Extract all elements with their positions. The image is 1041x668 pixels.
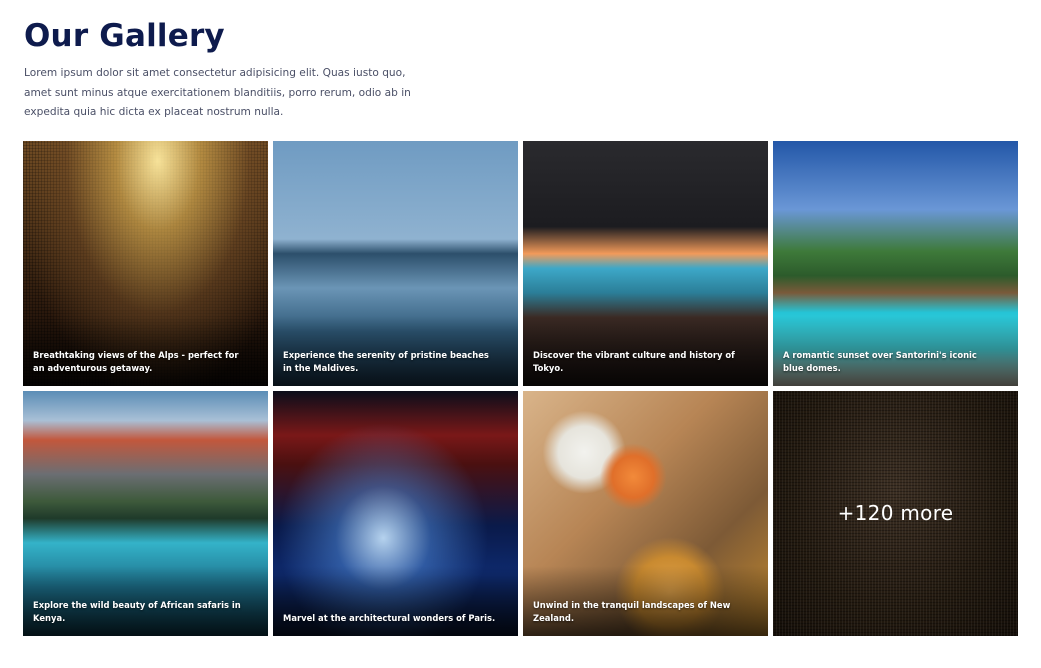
- gallery-caption: Breathtaking views of the Alps - perfect…: [33, 350, 239, 373]
- gallery-caption: Marvel at the architectural wonders of P…: [283, 612, 496, 623]
- gallery-item-santorini[interactable]: A romantic sunset over Santorini's iconi…: [773, 141, 1018, 386]
- gallery-item-maldives[interactable]: Experience the serenity of pristine beac…: [273, 141, 518, 386]
- gallery-item-new-zealand[interactable]: Unwind in the tranquil landscapes of New…: [523, 391, 768, 636]
- page-description: Lorem ipsum dolor sit amet consectetur a…: [24, 67, 411, 118]
- gallery-caption: Explore the wild beauty of African safar…: [33, 600, 241, 623]
- gallery-header: Our Gallery Lorem ipsum dolor sit amet c…: [24, 16, 424, 123]
- gallery-caption: Experience the serenity of pristine beac…: [283, 350, 489, 373]
- more-count-label: +120 more: [837, 501, 954, 525]
- gallery-item-paris[interactable]: Marvel at the architectural wonders of P…: [273, 391, 518, 636]
- gallery-item-kenya[interactable]: Explore the wild beauty of African safar…: [23, 391, 268, 636]
- gallery-item-alps[interactable]: Breathtaking views of the Alps - perfect…: [23, 141, 268, 386]
- gallery-caption: Unwind in the tranquil landscapes of New…: [533, 600, 731, 623]
- gallery-caption: Discover the vibrant culture and history…: [533, 350, 735, 373]
- page-title: Our Gallery: [24, 18, 225, 54]
- gallery-item-tokyo[interactable]: Discover the vibrant culture and history…: [523, 141, 768, 386]
- gallery-grid: Breathtaking views of the Alps - perfect…: [23, 141, 1018, 636]
- gallery-caption: A romantic sunset over Santorini's iconi…: [783, 350, 977, 373]
- gallery-more-button[interactable]: +120 more: [773, 391, 1018, 636]
